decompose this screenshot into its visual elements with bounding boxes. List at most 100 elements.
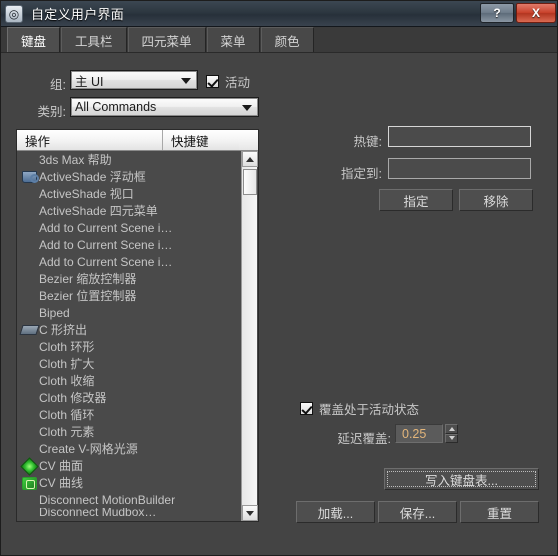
list-item[interactable]: ActiveShade 浮动框	[17, 168, 258, 185]
maxscript-logo-icon: ◎	[5, 4, 23, 23]
list-item[interactable]: Cloth 修改器	[17, 389, 258, 406]
list-item[interactable]: Cloth 扩大	[17, 355, 258, 372]
tab-quad-menu[interactable]: 四元菜单	[127, 27, 206, 52]
help-button[interactable]: ?	[480, 3, 514, 23]
title-bar: ◎ 自定义用户界面 ? X	[1, 1, 557, 27]
caret-up-icon	[448, 426, 455, 431]
list-item-label: Bezier 缩放控制器	[39, 272, 137, 286]
chevron-down-icon	[246, 510, 254, 516]
scroll-up-button[interactable]	[242, 151, 258, 167]
assign-button[interactable]: 指定	[379, 189, 453, 211]
override-active-label: 覆盖处于活动状态	[319, 403, 420, 417]
chevron-down-icon	[242, 105, 252, 111]
category-dropdown[interactable]: All Commands	[70, 97, 259, 117]
hotkey-label: 热键:	[353, 135, 382, 149]
assigned-to-value	[389, 159, 530, 165]
chevron-up-icon	[246, 156, 254, 162]
caret-down-icon	[448, 436, 455, 441]
tab-menu[interactable]: 菜单	[206, 27, 260, 52]
remove-button[interactable]: 移除	[459, 189, 533, 211]
hotkey-input-value	[389, 127, 530, 133]
list-item-label: Cloth 收缩	[39, 374, 95, 388]
list-item-label: ActiveShade 视口	[39, 187, 134, 201]
delay-override-input[interactable]: 0.25	[395, 424, 443, 443]
list-item[interactable]: Disconnect Mudbox…	[17, 508, 258, 516]
list-item-label: Disconnect Mudbox…	[39, 508, 157, 516]
list-item[interactable]: C 形挤出	[17, 321, 258, 338]
tab-bar: 键盘 工具栏 四元菜单 菜单 颜色	[1, 27, 557, 53]
scrollbar-thumb[interactable]	[243, 169, 257, 195]
list-item-label: Cloth 环形	[39, 340, 95, 354]
override-active-checkbox[interactable]: 覆盖处于活动状态	[300, 399, 419, 418]
checkbox-box-icon	[206, 75, 219, 88]
teapot-icon	[21, 169, 39, 184]
active-checkbox-label: 活动	[225, 76, 251, 90]
assigned-to-input[interactable]	[388, 158, 531, 179]
list-item[interactable]: 3ds Max 帮助	[17, 151, 258, 168]
list-item[interactable]: Disconnect MotionBuilder	[17, 491, 258, 508]
spinner-up-button[interactable]	[445, 424, 458, 434]
list-item[interactable]: Cloth 元素	[17, 423, 258, 440]
tab-keyboard[interactable]: 键盘	[7, 27, 61, 52]
list-item[interactable]: Add to Current Scene i…	[17, 219, 258, 236]
delay-override-label: 延迟覆盖:	[337, 432, 391, 446]
list-item-label: Cloth 扩大	[39, 357, 95, 371]
list-item[interactable]: ActiveShade 四元菜单	[17, 202, 258, 219]
list-item[interactable]: Bezier 位置控制器	[17, 287, 258, 304]
list-item[interactable]: Add to Current Scene i…	[17, 236, 258, 253]
list-item-label: ActiveShade 四元菜单	[39, 204, 158, 218]
list-item-label: Cloth 元素	[39, 425, 95, 439]
group-label: 组:	[50, 78, 66, 92]
hotkey-input[interactable]	[388, 126, 531, 147]
list-item[interactable]: Cloth 环形	[17, 338, 258, 355]
window-title: 自定义用户界面	[31, 7, 125, 22]
spinner-down-button[interactable]	[445, 433, 458, 443]
scroll-down-button[interactable]	[242, 505, 258, 521]
close-button[interactable]: X	[516, 3, 556, 23]
cv-surface-icon	[20, 457, 39, 476]
checkbox-box-icon	[300, 402, 313, 415]
list-item[interactable]: ActiveShade 视口	[17, 185, 258, 202]
group-dropdown-value: 主 UI	[75, 74, 104, 89]
list-item-label: Add to Current Scene i…	[39, 220, 173, 235]
list-item-label: Create V-网格光源	[39, 442, 138, 456]
write-keyboard-chart-button[interactable]: 写入键盘表...	[384, 468, 539, 490]
list-item-label: CV 曲面	[39, 459, 84, 473]
dialog-body: 组: 主 UI 活动 类别: All Commands 操作 快捷键 3ds M…	[1, 53, 557, 555]
tab-colors[interactable]: 颜色	[260, 27, 314, 52]
list-item[interactable]: Bezier 缩放控制器	[17, 270, 258, 287]
list-item-label: Cloth 循环	[39, 408, 95, 422]
list-item-label: C 形挤出	[39, 323, 88, 337]
delay-override-value: 0.25	[402, 426, 427, 441]
list-item[interactable]: CV 曲面	[17, 457, 258, 476]
window-buttons: ? X	[480, 3, 556, 23]
list-item[interactable]: Biped	[17, 304, 258, 321]
list-item[interactable]: Cloth 收缩	[17, 372, 258, 389]
list-item[interactable]: Cloth 循环	[17, 406, 258, 423]
list-item-label: Biped	[39, 305, 70, 320]
c-extrude-icon	[19, 322, 40, 337]
load-button[interactable]: 加载...	[296, 501, 375, 523]
group-dropdown[interactable]: 主 UI	[70, 70, 198, 90]
save-button[interactable]: 保存...	[378, 501, 457, 523]
reset-button[interactable]: 重置	[460, 501, 539, 523]
commands-listbox[interactable]: 操作 快捷键 3ds Max 帮助 ActiveShade 浮动框 Active…	[16, 129, 259, 522]
list-item[interactable]: Add to Current Scene i…	[17, 253, 258, 270]
list-item-label: Add to Current Scene i…	[39, 237, 173, 252]
list-item-label: Disconnect MotionBuilder	[39, 492, 176, 507]
active-checkbox[interactable]: 活动	[206, 72, 250, 91]
list-item-label: Add to Current Scene i…	[39, 254, 173, 269]
list-item-label: 3ds Max 帮助	[39, 153, 112, 167]
column-header-action[interactable]: 操作	[17, 130, 163, 150]
list-vertical-scrollbar[interactable]	[241, 151, 258, 521]
category-dropdown-value: All Commands	[75, 100, 157, 114]
column-header-shortcut[interactable]: 快捷键	[163, 130, 239, 150]
delay-override-spinner[interactable]	[445, 424, 458, 443]
chevron-down-icon	[181, 78, 191, 84]
list-item-label: ActiveShade 浮动框	[39, 170, 146, 184]
assigned-to-label: 指定到:	[341, 167, 382, 181]
category-label: 类别:	[37, 105, 66, 119]
list-item[interactable]: CV 曲线	[17, 474, 258, 491]
tab-toolbar[interactable]: 工具栏	[61, 27, 127, 52]
list-item[interactable]: Create V-网格光源	[17, 440, 258, 457]
